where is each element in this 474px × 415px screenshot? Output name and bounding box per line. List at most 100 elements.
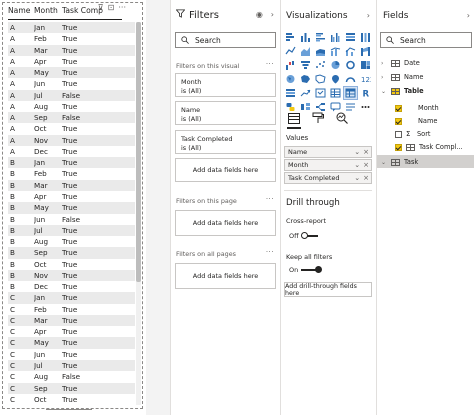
drill-through-add-fields[interactable]: Add drill-through fields here xyxy=(284,282,372,297)
analytics-magnifier-icon[interactable] xyxy=(335,111,349,125)
fields-search-input[interactable]: Search xyxy=(380,32,472,48)
column-header-task-completed[interactable]: Task Comp xyxy=(62,6,118,15)
azure-map-icon[interactable] xyxy=(329,73,342,85)
more-options-icon[interactable]: ··· xyxy=(266,248,274,256)
table-row[interactable]: C Sep True xyxy=(8,382,135,394)
treemap-icon[interactable] xyxy=(359,59,372,71)
table-row[interactable]: B May True xyxy=(8,202,135,214)
table-row[interactable]: C Jul True xyxy=(8,359,135,372)
table-row[interactable]: C Aug False xyxy=(8,371,135,383)
chevron-right-icon[interactable]: › xyxy=(381,74,387,81)
table-row[interactable]: C Jun True xyxy=(8,348,135,360)
table-scrollbar[interactable] xyxy=(136,22,141,405)
chevron-right-icon[interactable]: › xyxy=(467,11,470,20)
funnel-chart-icon[interactable] xyxy=(299,59,312,71)
scatter-chart-icon[interactable] xyxy=(314,59,327,71)
table-row[interactable]: A Aug True xyxy=(8,100,135,113)
table-row[interactable]: A Mar True xyxy=(8,44,135,56)
page-add-data-fields[interactable]: Add data fields here xyxy=(175,210,276,236)
100-stacked-bar-chart-icon[interactable] xyxy=(344,31,357,43)
keep-all-filters-toggle[interactable]: On xyxy=(289,266,323,274)
gauge-icon[interactable] xyxy=(344,73,357,85)
chevron-down-icon[interactable]: ⌄ xyxy=(354,173,360,183)
value-well-item-name[interactable]: Name ⌄ × xyxy=(284,146,372,158)
more-options-icon[interactable]: ··· xyxy=(266,195,274,203)
ribbon-chart-icon[interactable] xyxy=(359,45,372,57)
field-table-date[interactable]: › Date xyxy=(381,59,420,67)
field-table-name[interactable]: › Name xyxy=(381,73,423,81)
card-icon[interactable]: 123 xyxy=(359,73,372,85)
table-row[interactable]: B Jun False xyxy=(8,213,135,225)
filled-map-icon[interactable] xyxy=(299,73,312,85)
chevron-down-icon[interactable]: ⌄ xyxy=(381,88,387,95)
table-row[interactable]: C Apr True xyxy=(8,326,135,338)
pie-chart-icon[interactable] xyxy=(329,59,342,71)
table-row[interactable]: C Jan True xyxy=(8,292,135,304)
stacked-area-chart-icon[interactable] xyxy=(314,45,327,57)
clustered-bar-chart-icon[interactable] xyxy=(314,31,327,43)
table-row[interactable]: A Jul False xyxy=(8,89,135,101)
filter-card-name[interactable]: Name is (All) xyxy=(175,101,276,125)
column-header-month[interactable]: Month xyxy=(34,6,62,15)
line-chart-icon[interactable] xyxy=(284,45,297,57)
table-row[interactable]: A Jan True xyxy=(8,22,135,34)
table-row[interactable]: A Oct True xyxy=(8,123,135,135)
table-row[interactable]: A Dec True xyxy=(8,145,135,158)
table-row[interactable]: B Nov True xyxy=(8,269,135,282)
table-icon[interactable] xyxy=(329,87,342,99)
chevron-down-icon[interactable]: ⌄ xyxy=(354,147,360,157)
matrix-icon[interactable] xyxy=(343,86,358,100)
cross-report-toggle[interactable]: Off xyxy=(289,232,318,240)
format-paint-roller-icon[interactable] xyxy=(311,111,325,125)
table-row[interactable]: B Aug True xyxy=(8,236,135,248)
field-task-completed[interactable]: Task Compl... xyxy=(395,143,463,151)
table-visual[interactable]: ⊽ ⊡ ··· Name Month Task Comp A Jan True A Fe… xyxy=(0,0,146,415)
chevron-right-icon[interactable]: › xyxy=(381,60,387,67)
field-checkbox[interactable] xyxy=(395,143,402,151)
multi-row-card-icon[interactable] xyxy=(284,87,297,99)
field-name[interactable]: Name xyxy=(395,117,437,125)
field-checkbox[interactable] xyxy=(395,117,402,125)
table-row[interactable]: B Oct True xyxy=(8,258,135,270)
table-row[interactable]: A Sep False xyxy=(8,112,135,124)
waterfall-chart-icon[interactable] xyxy=(284,59,297,71)
field-table-task[interactable]: ⌄ Task xyxy=(381,158,418,166)
filter-card-month[interactable]: Month is (All) xyxy=(175,73,276,97)
donut-chart-icon[interactable] xyxy=(344,59,357,71)
table-row[interactable]: A Apr True xyxy=(8,55,135,68)
kpi-icon[interactable] xyxy=(299,87,312,99)
table-row[interactable]: A Feb True xyxy=(8,33,135,45)
fields-well-tab-icon[interactable] xyxy=(287,111,301,125)
table-row[interactable]: C Mar True xyxy=(8,314,135,327)
table-row[interactable]: B Mar True xyxy=(8,179,135,191)
table-row[interactable]: B Jan True xyxy=(8,157,135,169)
chevron-down-icon[interactable]: ⌄ xyxy=(381,159,387,166)
resize-handle[interactable] xyxy=(46,409,92,413)
r-script-visual-icon[interactable]: R xyxy=(359,87,372,99)
more-visuals-icon[interactable] xyxy=(359,101,372,113)
chevron-down-icon[interactable]: ⌄ xyxy=(354,160,360,170)
table-row[interactable]: A Nov True xyxy=(8,134,135,146)
table-row[interactable]: A Jun True xyxy=(8,78,135,90)
collapse-filters-chevron-icon[interactable]: › xyxy=(271,10,274,19)
table-row[interactable]: B Sep True xyxy=(8,247,135,259)
more-options-icon[interactable]: ··· xyxy=(266,60,274,68)
close-icon[interactable]: × xyxy=(363,147,369,157)
table-row[interactable]: C Feb True xyxy=(8,303,135,315)
toggle-knob[interactable] xyxy=(300,232,308,239)
field-sort[interactable]: Σ Sort xyxy=(395,130,431,138)
stacked-column-chart-icon[interactable] xyxy=(299,31,312,43)
filters-search-input[interactable]: Search xyxy=(175,32,276,48)
visual-add-data-fields[interactable]: Add data fields here xyxy=(175,158,276,182)
close-icon[interactable]: × xyxy=(363,173,369,183)
toggle-knob[interactable] xyxy=(315,266,323,273)
line-and-stacked-column-chart-icon[interactable] xyxy=(329,45,342,57)
slicer-icon[interactable] xyxy=(314,87,327,99)
column-header-name[interactable]: Name xyxy=(8,6,34,15)
eye-icon[interactable]: ◉ xyxy=(256,10,263,19)
more-options-icon[interactable]: ··· xyxy=(118,3,126,12)
table-row[interactable]: B Dec True xyxy=(8,281,135,293)
chevron-right-icon[interactable]: › xyxy=(367,11,370,20)
field-checkbox[interactable] xyxy=(395,130,402,138)
filter-card-task-completed[interactable]: Task Completed is (All) xyxy=(175,130,276,154)
